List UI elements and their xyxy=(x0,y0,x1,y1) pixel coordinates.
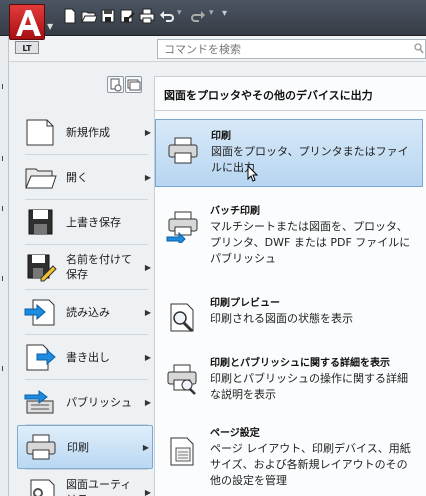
option-title: 印刷とパブリッシュに関する詳細を表示 xyxy=(210,358,390,369)
new-document-icon xyxy=(23,117,57,147)
menu-item-new[interactable]: 新規作成 ▶ xyxy=(9,110,154,154)
option-description: 印刷される図面の状態を表示 xyxy=(210,312,353,325)
save-as-icon xyxy=(23,252,57,282)
chevron-right-icon: ▶ xyxy=(144,352,151,362)
menu-item-label: 名前を付けて保存 xyxy=(66,253,132,281)
recent-documents-bar xyxy=(9,62,154,116)
application-menu-button[interactable]: ▼ LT xyxy=(9,4,53,56)
redo-icon[interactable] xyxy=(190,8,206,24)
option-title: バッチ印刷 xyxy=(210,206,260,217)
publish-icon xyxy=(23,387,57,417)
application-menu: 新規作成 ▶ 開く ▶ 上書き保存 名前を付けて保存 ▶ 読み込み ▶ 書き出し… xyxy=(9,62,426,496)
search-input[interactable] xyxy=(157,39,426,59)
saveas-icon[interactable] xyxy=(119,8,135,24)
search-bar xyxy=(9,36,426,62)
option-description: マルチシートまたは図面を、プロッタ、プリンタ、DWF または PDF ファイルに… xyxy=(210,220,411,265)
open-icon[interactable] xyxy=(81,8,97,24)
option-batch-plot[interactable]: バッチ印刷 マルチシートまたは図面を、プロッタ、プリンタ、DWF または PDF… xyxy=(155,195,423,265)
save-icon[interactable] xyxy=(100,8,116,24)
open-folder-icon xyxy=(23,162,57,192)
option-description: ページ レイアウト、印刷デバイス、用紙サイズ、および各新規レイアウトのその他の設… xyxy=(210,442,411,487)
panel-title: 図面をプロッタやその他のデバイスに出力 xyxy=(164,89,373,102)
command-list: 新規作成 ▶ 開く ▶ 上書き保存 名前を付けて保存 ▶ 読み込み ▶ 書き出し… xyxy=(9,110,154,496)
drawing-utilities-icon xyxy=(23,477,57,496)
option-plot-details[interactable]: 印刷とパブリッシュに関する詳細を表示 印刷とパブリッシュの操作に関する詳細な説明… xyxy=(155,347,423,415)
option-plot[interactable]: 印刷 図面をプロッタ、プリンタまたはファイルに出力 xyxy=(155,119,423,187)
chevron-right-icon: ▶ xyxy=(144,262,151,272)
menu-item-publish[interactable]: パブリッシュ ▶ xyxy=(9,380,154,424)
menu-item-open[interactable]: 開く ▶ xyxy=(9,155,154,199)
option-description: 図面をプロッタ、プリンタまたはファイルに出力 xyxy=(211,145,409,174)
redo-dropdown-icon[interactable]: ▾ xyxy=(209,8,214,18)
search-icon[interactable] xyxy=(414,43,424,58)
quick-access-toolbar: ▾ ▾ ▾ xyxy=(0,0,426,36)
save-icon xyxy=(23,207,57,237)
option-description: 印刷とパブリッシュの操作に関する詳細な説明を表示 xyxy=(210,372,408,401)
menu-item-export[interactable]: 書き出し ▶ xyxy=(9,335,154,379)
new-icon[interactable] xyxy=(62,8,78,24)
menu-item-label: 開く xyxy=(66,170,88,184)
plot-details-icon xyxy=(165,361,199,395)
print-submenu-panel: 図面をプロッタやその他のデバイスに出力 印刷 図面をプロッタ、プリンタまたはファ… xyxy=(154,76,426,496)
mouse-cursor-icon xyxy=(245,164,259,188)
undo-icon[interactable] xyxy=(159,8,175,24)
option-plot-preview[interactable]: 印刷プレビュー 印刷される図面の状態を表示 xyxy=(155,287,423,355)
menu-item-label: 図面ユーティリティ xyxy=(66,478,132,496)
option-title: 印刷 xyxy=(211,131,231,142)
autocad-logo-icon xyxy=(9,4,45,40)
menu-item-label: 上書き保存 xyxy=(66,215,121,229)
chevron-right-icon: ▶ xyxy=(142,442,149,452)
batch-plot-icon xyxy=(165,209,199,247)
chevron-right-icon: ▶ xyxy=(144,487,151,496)
menu-item-label: 新規作成 xyxy=(66,125,110,139)
menu-item-label: 読み込み xyxy=(66,305,110,319)
undo-dropdown-icon[interactable]: ▾ xyxy=(177,8,182,18)
menu-item-label: 印刷 xyxy=(67,440,89,454)
chevron-right-icon: ▶ xyxy=(144,397,151,407)
print-icon xyxy=(24,432,58,462)
menu-item-save[interactable]: 上書き保存 xyxy=(9,200,154,244)
plot-icon xyxy=(166,134,200,168)
menu-item-import[interactable]: 読み込み ▶ xyxy=(9,290,154,334)
plot-preview-icon xyxy=(165,301,199,335)
print-icon[interactable] xyxy=(139,8,155,24)
menu-item-save-as[interactable]: 名前を付けて保存 ▶ xyxy=(9,245,154,289)
option-title: 印刷プレビュー xyxy=(210,298,280,309)
open-documents-icon[interactable] xyxy=(125,76,142,93)
option-page-setup[interactable]: ページ設定 ページ レイアウト、印刷デバイス、用紙サイズ、および各新規レイアウト… xyxy=(155,417,423,493)
import-icon xyxy=(23,297,57,327)
page-setup-icon xyxy=(165,435,199,469)
menu-item-label: パブリッシュ xyxy=(66,395,132,409)
chevron-down-icon: ▼ xyxy=(47,22,54,31)
left-window-edge xyxy=(0,36,9,496)
customize-qat-icon[interactable]: ▾ xyxy=(222,8,227,19)
chevron-right-icon: ▶ xyxy=(144,172,151,182)
recent-documents-icon[interactable] xyxy=(107,76,124,93)
export-icon xyxy=(23,342,57,372)
lt-badge: LT xyxy=(15,41,39,54)
menu-item-drawing-utilities[interactable]: 図面ユーティリティ ▶ xyxy=(9,470,154,496)
menu-item-label: 書き出し xyxy=(66,350,110,364)
chevron-right-icon: ▶ xyxy=(144,307,151,317)
option-title: ページ設定 xyxy=(210,428,260,439)
menu-item-print[interactable]: 印刷 ▶ xyxy=(17,425,153,469)
chevron-right-icon: ▶ xyxy=(144,127,151,137)
